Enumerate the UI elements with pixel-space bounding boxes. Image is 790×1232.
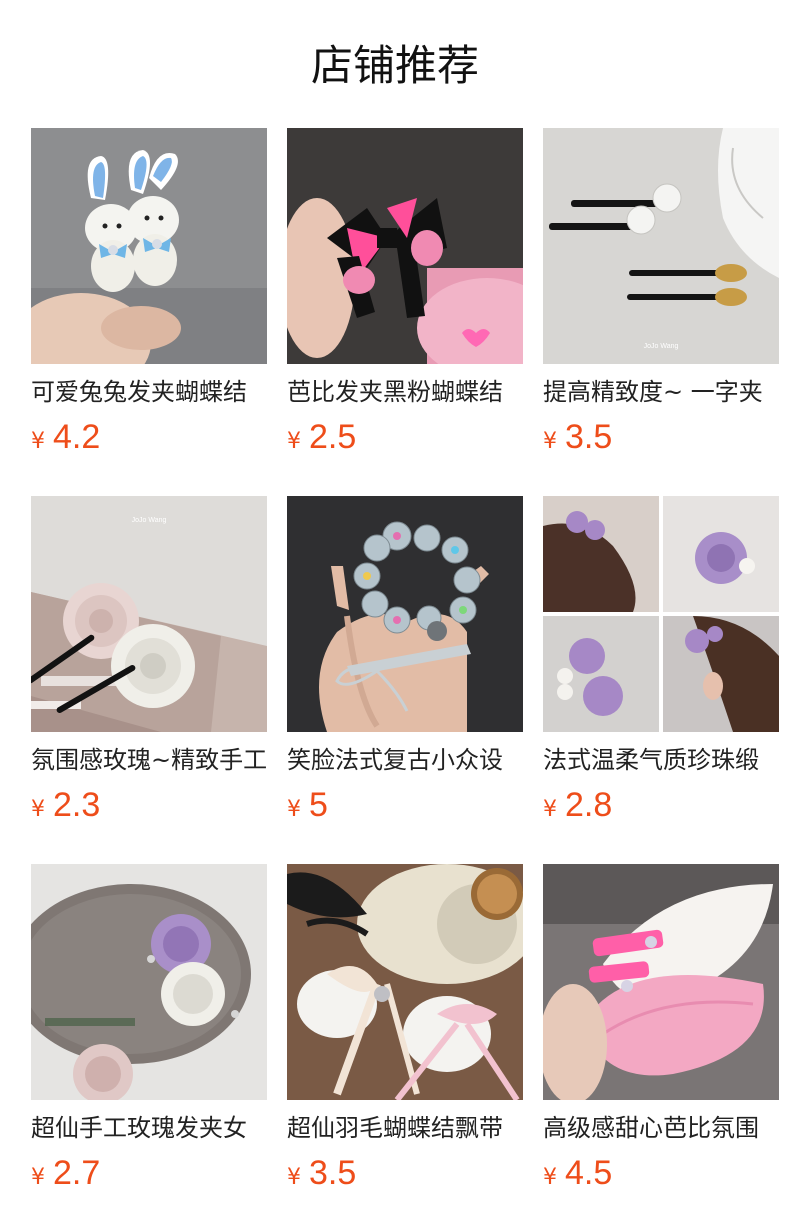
currency-symbol: ¥ [287, 1165, 301, 1190]
product-price: ¥ 4.2 [31, 418, 100, 458]
watermark-text: JoJo Wang [644, 343, 679, 350]
product-card[interactable]: 高级感甜心芭比氛围 ¥ 4.5 [543, 864, 779, 1232]
currency-symbol: ¥ [287, 797, 301, 822]
price-value: 4.5 [565, 1154, 613, 1192]
product-title[interactable]: 超仙羽毛蝴蝶结飘带 [287, 1112, 523, 1144]
price-value: 4.2 [53, 418, 101, 456]
product-price: ¥ 2.5 [287, 418, 356, 458]
product-price: ¥ 2.8 [543, 786, 612, 826]
price-value: 3.5 [309, 1154, 357, 1192]
product-card[interactable]: 可爱兔兔发夹蝴蝶结 ¥ 4.2 [31, 128, 267, 496]
product-card[interactable]: JoJo Wang 氛围感玫瑰~精致手工 ¥ 2.3 [31, 496, 267, 864]
product-grid: 可爱兔兔发夹蝴蝶结 ¥ 4.2 芭比发夹黑粉蝴蝶结 ¥ 2.5 JoJo Wan… [31, 128, 779, 1232]
crystal-clip-image[interactable] [287, 496, 523, 732]
page-title: 店铺推荐 [310, 41, 479, 90]
product-price: ¥ 5 [287, 786, 328, 826]
price-value: 5 [309, 786, 328, 824]
currency-symbol: ¥ [31, 1165, 45, 1190]
product-card[interactable]: 芭比发夹黑粉蝴蝶结 ¥ 2.5 [287, 128, 523, 496]
satin-rose-clip-image[interactable] [31, 864, 267, 1100]
feather-bow-image[interactable] [287, 864, 523, 1100]
product-title[interactable]: 可爱兔兔发夹蝴蝶结 [31, 376, 267, 408]
product-card[interactable]: JoJo Wang 提高精致度~ 一字夹 ¥ 3.5 [543, 128, 779, 496]
product-title[interactable]: 氛围感玫瑰~精致手工 [31, 744, 267, 776]
product-card[interactable]: 法式温柔气质珍珠缎 ¥ 2.8 [543, 496, 779, 864]
currency-symbol: ¥ [543, 429, 557, 454]
currency-symbol: ¥ [543, 1165, 557, 1190]
currency-symbol: ¥ [31, 797, 45, 822]
product-title[interactable]: 法式温柔气质珍珠缎 [543, 744, 779, 776]
price-value: 2.7 [53, 1154, 101, 1192]
price-value: 2.8 [565, 786, 613, 824]
product-title[interactable]: 高级感甜心芭比氛围 [543, 1112, 779, 1144]
pearl-pin-image[interactable]: JoJo Wang [543, 128, 779, 364]
product-price: ¥ 2.7 [31, 1154, 100, 1194]
product-price: ¥ 3.5 [543, 418, 612, 458]
product-card[interactable]: 超仙羽毛蝴蝶结飘带 ¥ 3.5 [287, 864, 523, 1232]
product-card[interactable]: 笑脸法式复古小众设 ¥ 5 [287, 496, 523, 864]
currency-symbol: ¥ [287, 429, 301, 454]
price-value: 2.5 [309, 418, 357, 456]
product-title[interactable]: 超仙手工玫瑰发夹女 [31, 1112, 267, 1144]
product-title[interactable]: 芭比发夹黑粉蝴蝶结 [287, 376, 523, 408]
watermark-text: JoJo Wang [132, 517, 167, 524]
product-price: ¥ 4.5 [543, 1154, 612, 1194]
product-title[interactable]: 提高精致度~ 一字夹 [543, 376, 779, 408]
bunny-hairclip-image[interactable] [31, 128, 267, 364]
rose-hairpin-image[interactable]: JoJo Wang [31, 496, 267, 732]
product-price: ¥ 2.3 [31, 786, 100, 826]
currency-symbol: ¥ [31, 429, 45, 454]
purple-rose-clip-image[interactable] [543, 496, 779, 732]
bow-hairclip-image[interactable] [287, 128, 523, 364]
currency-symbol: ¥ [543, 797, 557, 822]
product-price: ¥ 3.5 [287, 1154, 356, 1194]
price-value: 3.5 [565, 418, 613, 456]
price-value: 2.3 [53, 786, 101, 824]
product-card[interactable]: 超仙手工玫瑰发夹女 ¥ 2.7 [31, 864, 267, 1232]
product-title[interactable]: 笑脸法式复古小众设 [287, 744, 523, 776]
barbie-feather-clip-image[interactable] [543, 864, 779, 1100]
